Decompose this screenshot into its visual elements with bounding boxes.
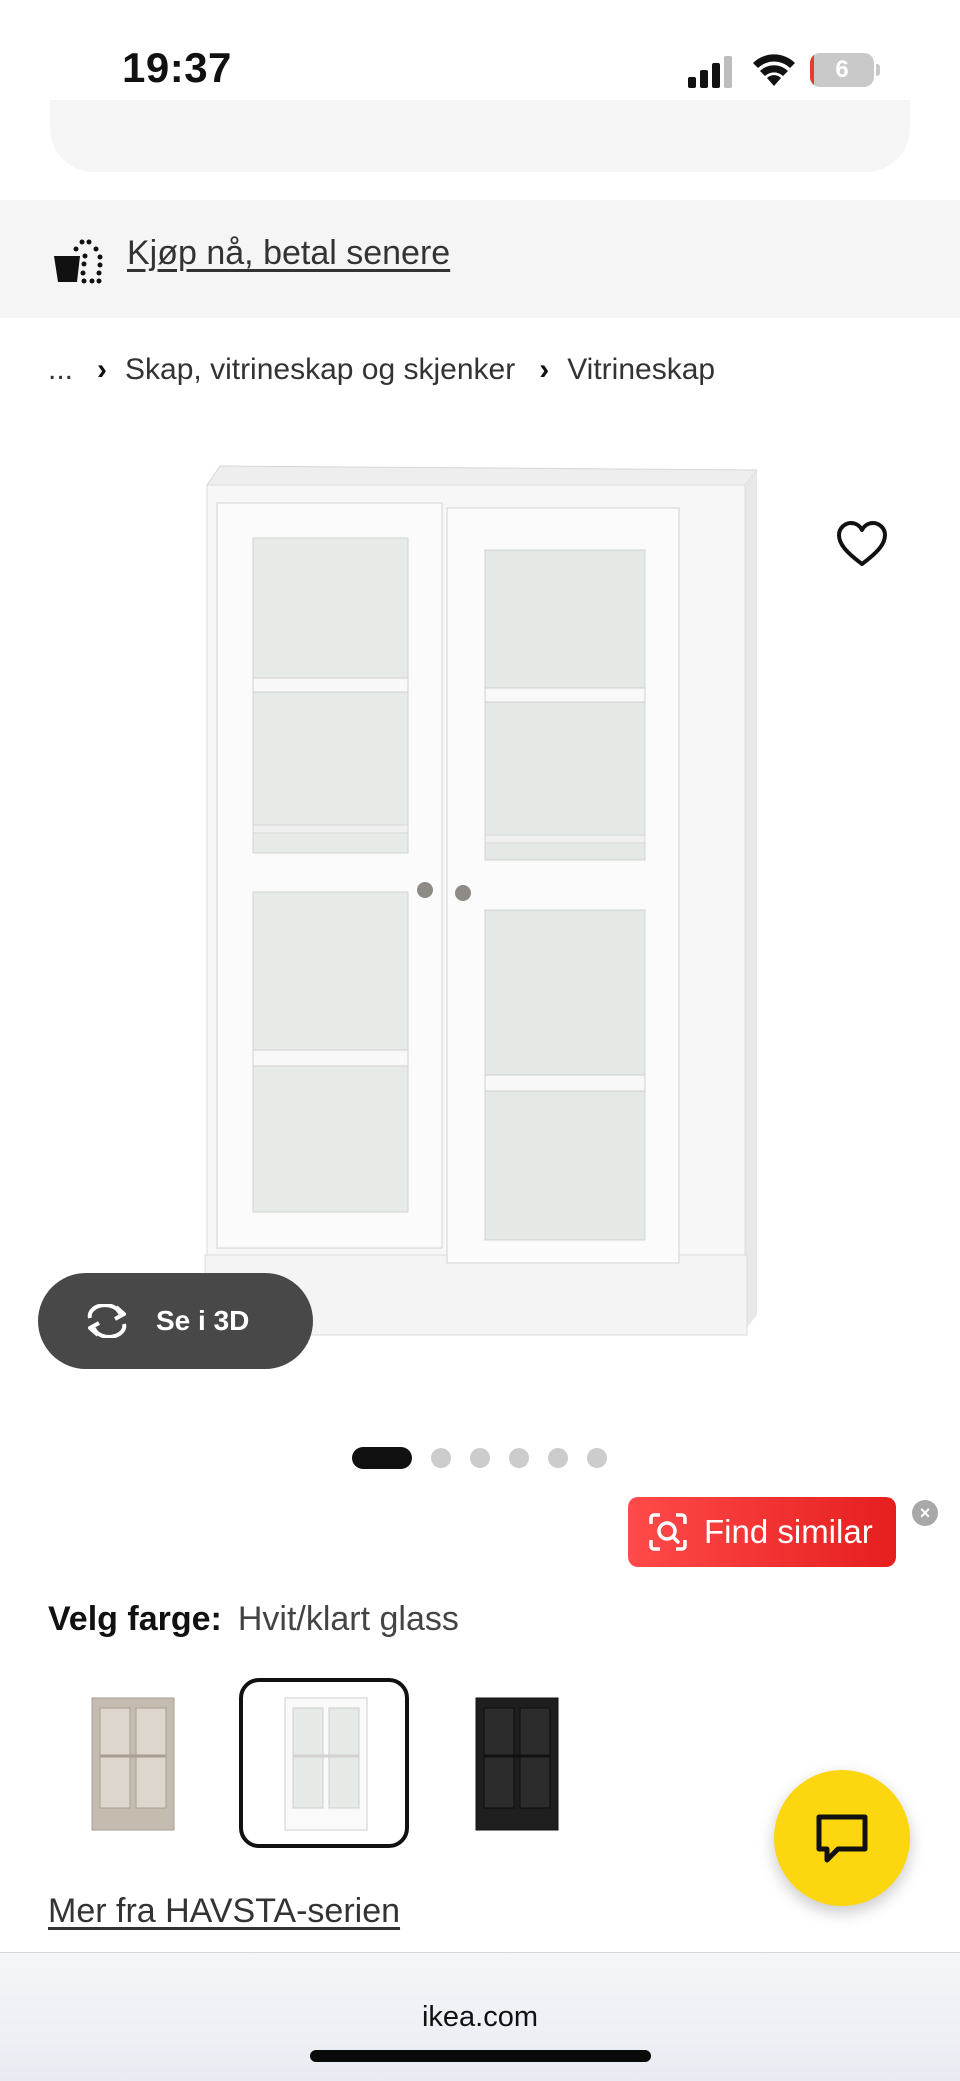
- installment-basket-icon: [54, 239, 103, 284]
- chevron-right-icon: ›: [539, 353, 550, 386]
- carousel-dot-2[interactable]: [431, 1448, 451, 1468]
- carousel-dots: [352, 1447, 607, 1469]
- battery-level: 6: [835, 56, 849, 83]
- havsta-series-link[interactable]: Mer fra HAVSTA-serien: [48, 1892, 400, 1931]
- see-in-3d-button[interactable]: Se i 3D: [38, 1273, 313, 1369]
- visual-search-icon: [649, 1513, 687, 1551]
- breadcrumb: ... › Skap, vitrineskap og skjenker › Vi…: [48, 350, 715, 390]
- home-indicator[interactable]: [310, 2050, 651, 2062]
- carousel-dot-6[interactable]: [587, 1448, 607, 1468]
- chevron-right-icon: ›: [97, 353, 108, 386]
- glass-door-cabinet-image[interactable]: [195, 460, 765, 1395]
- url-text: ikea.com: [421, 2001, 539, 2033]
- battery-icon: 6: [810, 53, 880, 87]
- breadcrumb-cabinets[interactable]: Skap, vitrineskap og skjenker: [125, 353, 515, 387]
- color-selector-heading: Velg farge: Hvit/klart glass: [48, 1600, 459, 1639]
- color-swatch-beige[interactable]: [48, 1678, 218, 1848]
- breadcrumb-ellipsis[interactable]: ...: [48, 353, 73, 387]
- status-time: 19:37: [122, 44, 232, 91]
- signal-icon: [688, 56, 732, 88]
- color-label: Velg farge:: [48, 1600, 222, 1638]
- color-value: Hvit/klart glass: [237, 1600, 459, 1638]
- color-swatch-black[interactable]: [430, 1678, 600, 1848]
- breadcrumb-display-cabinets[interactable]: Vitrineskap: [567, 353, 715, 387]
- see-in-3d-label: Se i 3D: [156, 1305, 250, 1336]
- pay-later-banner: Kjøp nå, betal senere: [0, 200, 960, 318]
- close-icon[interactable]: ×: [912, 1500, 938, 1526]
- carousel-dot-1[interactable]: [352, 1447, 412, 1469]
- color-swatch-white[interactable]: [239, 1678, 409, 1848]
- rotate-3d-icon: [87, 1304, 127, 1338]
- wifi-icon: [753, 54, 795, 86]
- carousel-dot-5[interactable]: [548, 1448, 568, 1468]
- carousel-dot-4[interactable]: [509, 1448, 529, 1468]
- search-bar-edge: [50, 100, 910, 172]
- carousel-dot-3[interactable]: [470, 1448, 490, 1468]
- chat-bubble-icon: [816, 1814, 868, 1863]
- find-similar-label: Find similar: [704, 1513, 873, 1550]
- pay-later-link[interactable]: Kjøp nå, betal senere: [127, 234, 450, 273]
- chat-button[interactable]: [774, 1770, 910, 1906]
- find-similar-button[interactable]: Find similar: [628, 1497, 896, 1567]
- heart-icon[interactable]: [836, 520, 888, 570]
